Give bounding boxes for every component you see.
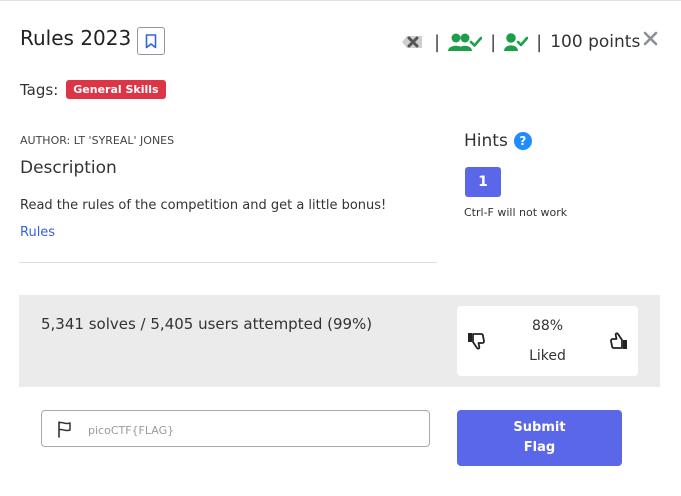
top-border <box>0 0 681 1</box>
separator: | <box>536 31 543 53</box>
hint-text: Ctrl-F will not work <box>464 206 568 219</box>
author-line: AUTHOR: LT 'SYREAL' JONES <box>20 134 175 147</box>
tags-row: Tags: General Skills <box>20 80 166 99</box>
flag-icon <box>58 421 71 438</box>
separator: | <box>490 31 497 53</box>
bookmark-icon <box>145 33 157 48</box>
rating-card: 88% Liked <box>457 306 638 376</box>
submit-flag-label: Submit Flag <box>513 420 566 455</box>
description-heading: Description <box>20 158 117 178</box>
user-check-icon <box>504 33 529 51</box>
help-icon[interactable]: ? <box>513 132 532 150</box>
thumbs-up-icon[interactable] <box>608 331 628 351</box>
hint-button[interactable]: 1 <box>465 167 501 197</box>
close-icon[interactable] <box>640 28 662 50</box>
challenge-title: Rules 2023 <box>20 26 132 50</box>
bookmark-button[interactable] <box>137 27 165 55</box>
rules-link[interactable]: Rules <box>20 225 55 240</box>
hints-title: Hints <box>464 131 508 151</box>
submit-flag-button[interactable]: Submit Flag <box>457 410 622 466</box>
solves-count: 5,341 solves / 5,405 users attempted (99… <box>41 315 373 333</box>
description-text: Read the rules of the competition and ge… <box>20 198 387 213</box>
flag-input[interactable] <box>86 417 420 443</box>
tags-label: Tags: <box>20 80 59 99</box>
separator: | <box>434 31 441 53</box>
points-value: 100 points <box>550 32 641 52</box>
users-check-icon <box>448 33 483 51</box>
flag-input-container <box>41 410 430 447</box>
solve-status: | | | 100 points <box>398 28 640 56</box>
divider <box>19 262 437 263</box>
hints-heading: Hints ? <box>464 131 532 151</box>
tag-badge[interactable]: General Skills <box>66 80 166 99</box>
x-mark-icon <box>402 36 422 48</box>
